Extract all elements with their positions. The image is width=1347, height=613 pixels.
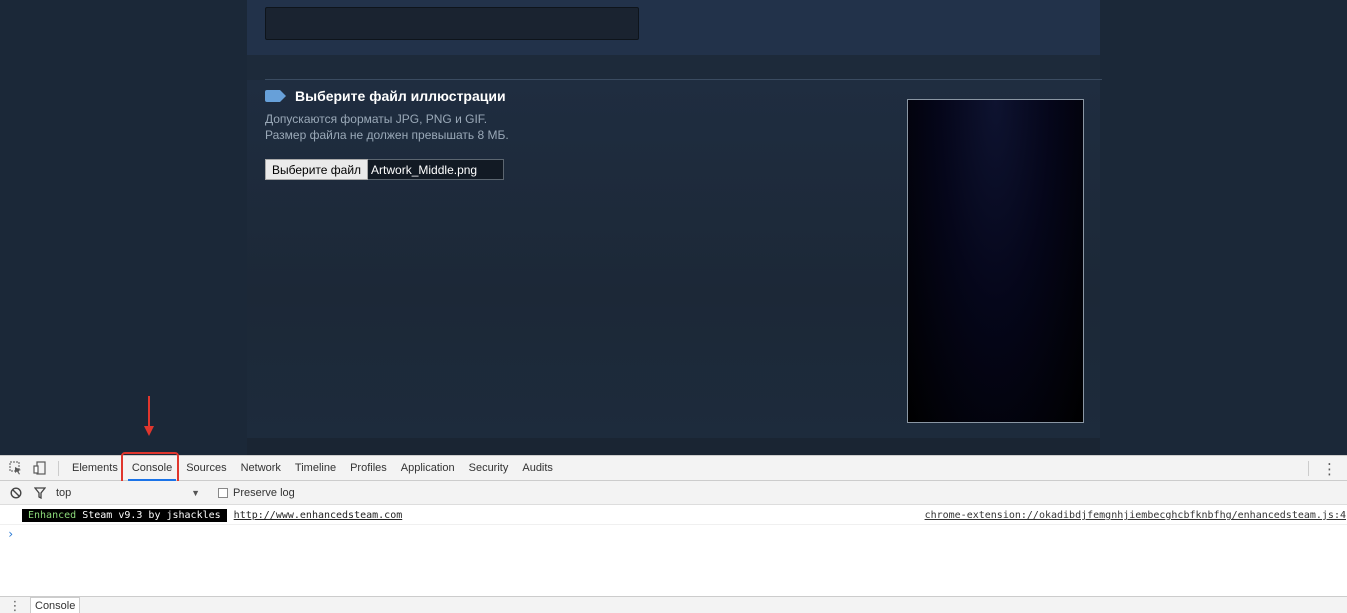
file-name-display: Artwork_Middle.png (368, 159, 505, 180)
devtools-panel: Elements Console Sources Network Timelin… (0, 452, 1347, 613)
badge-highlight: Enhanced (28, 510, 77, 521)
tab-audits[interactable]: Audits (515, 456, 560, 481)
clear-console-icon[interactable] (4, 481, 28, 505)
file-input[interactable]: Выберите файл Artwork_Middle.png (265, 159, 505, 180)
console-output: Enhanced Steam v9.3 by jshackles http://… (0, 505, 1347, 596)
format-hint: Допускаются форматы JPG, PNG и GIF. (265, 112, 488, 126)
filter-icon[interactable] (28, 481, 52, 505)
drawer-menu-icon[interactable]: ⋮ (0, 597, 30, 613)
message-link[interactable]: http://www.enhancedsteam.com (234, 510, 403, 521)
console-message: Enhanced Steam v9.3 by jshackles http://… (0, 507, 1347, 525)
toolbar-separator (1308, 461, 1309, 476)
device-toolbar-icon[interactable] (28, 456, 52, 480)
chevron-down-icon: ▼ (191, 487, 200, 498)
tab-profiles[interactable]: Profiles (343, 456, 394, 481)
section-title: Выберите файл иллюстрации (295, 88, 506, 104)
tag-icon (265, 90, 286, 102)
tab-console[interactable]: Console (125, 456, 179, 481)
source-link[interactable]: chrome-extension://okadibdjfemgnhjiembec… (925, 510, 1346, 521)
devtools-tabs-bar: Elements Console Sources Network Timelin… (0, 452, 1347, 486)
console-prompt-icon[interactable]: › (7, 527, 14, 541)
section-header: Выберите файл иллюстрации (265, 88, 506, 104)
preserve-log-checkbox[interactable] (218, 487, 228, 498)
panel-footer (247, 438, 1100, 455)
choose-file-button[interactable]: Выберите файл (265, 159, 369, 180)
preserve-log-label: Preserve log (233, 486, 295, 499)
tab-sources[interactable]: Sources (179, 456, 233, 481)
badge-text: Steam v9.3 by jshackles (76, 510, 221, 521)
tab-security[interactable]: Security (462, 456, 516, 481)
web-page: Выберите файл иллюстрации Допускаются фо… (0, 0, 1347, 455)
tab-timeline[interactable]: Timeline (288, 456, 343, 481)
artwork-preview (907, 99, 1084, 423)
console-toolbar: top ▼ Preserve log (0, 481, 1347, 505)
tab-application[interactable]: Application (394, 456, 462, 481)
log-badge: Enhanced Steam v9.3 by jshackles (22, 509, 227, 522)
context-value: top (56, 486, 72, 499)
menu-kebab-icon[interactable]: ⋮ (1322, 456, 1337, 481)
devtools-drawer: ⋮ Console (0, 596, 1347, 613)
annotation-arrow-head (144, 426, 154, 436)
inspect-element-icon[interactable] (4, 456, 28, 480)
toolbar-separator (58, 460, 59, 476)
top-panel (247, 0, 1100, 55)
context-select[interactable]: top ▼ (52, 483, 204, 503)
title-input[interactable] (265, 7, 639, 40)
annotation-arrow (148, 396, 150, 427)
drawer-tab-console[interactable]: Console (30, 597, 81, 613)
size-hint: Размер файла не должен превышать 8 МБ. (265, 128, 509, 142)
section-divider (265, 79, 1102, 80)
tab-elements[interactable]: Elements (65, 456, 125, 481)
tab-network[interactable]: Network (234, 456, 288, 481)
